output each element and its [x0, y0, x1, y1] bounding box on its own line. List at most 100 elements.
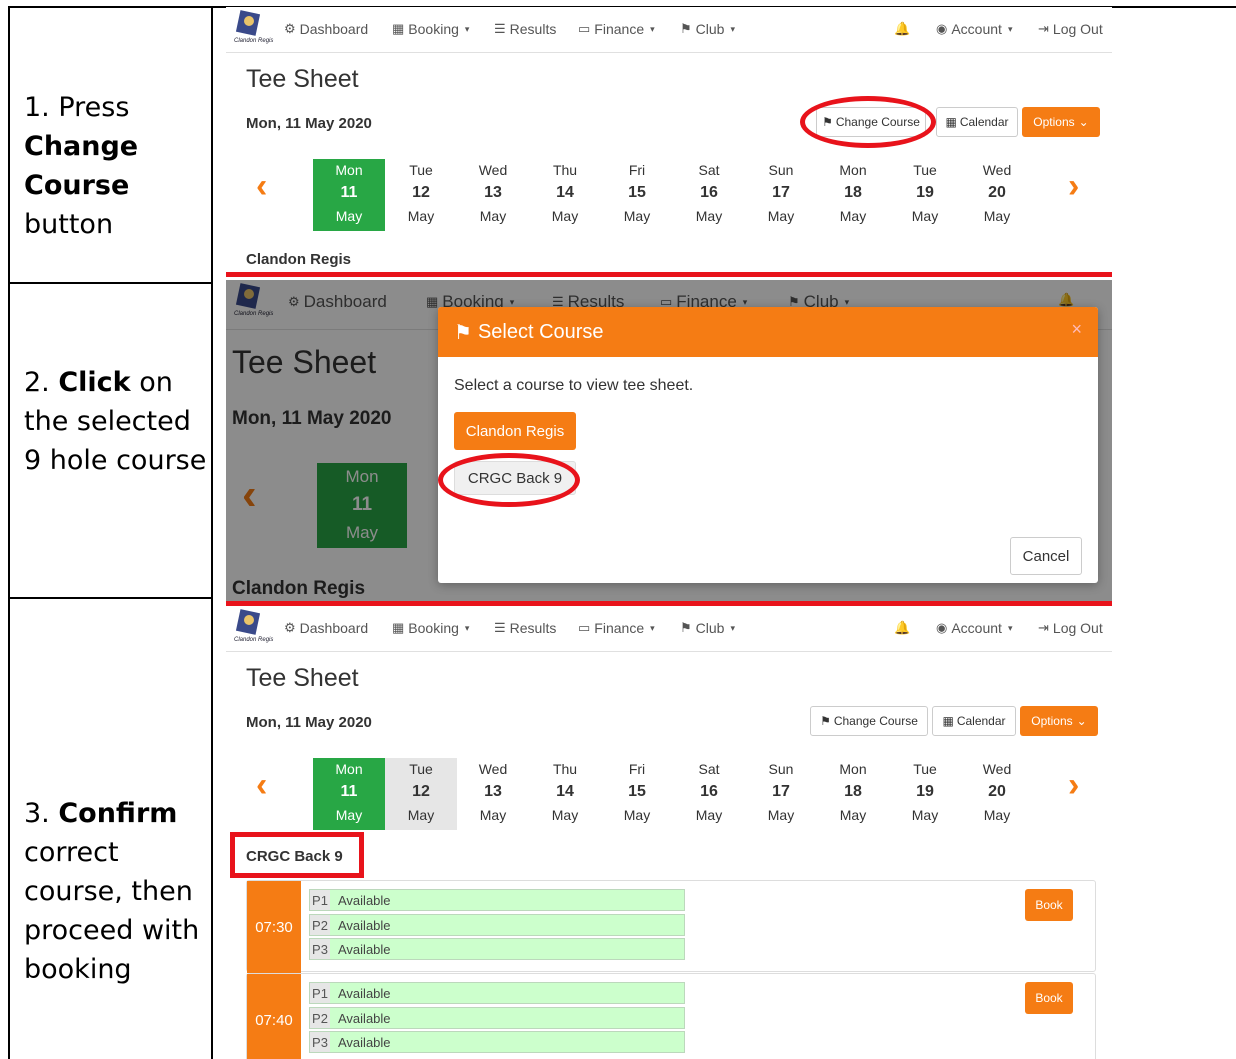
day-tue-19[interactable]: Tue 19 May [889, 159, 961, 231]
user-icon: ◉ [936, 620, 948, 635]
day-fri-15[interactable]: Fri 15 May [601, 159, 673, 231]
modal-header: ⚑ Select Course [438, 307, 1098, 357]
screenshot-step-1: Clandon Regis ⚙ Dashboard ▦ Booking ▾ ☰ Resu… [226, 7, 1112, 272]
nav-finance[interactable]: ▭ Finance ▾ [578, 620, 655, 636]
close-icon[interactable]: × [1071, 319, 1082, 340]
nav-finance[interactable]: ▭ Finance ▾ [578, 21, 655, 37]
club-logo[interactable]: Clandon Regis [234, 609, 273, 647]
screenshot-step-3: Clandon Regis ⚙ Dashboard ▦ Booking ▾ ☰ Resu… [226, 606, 1112, 1059]
nav-booking[interactable]: ▦ Booking ▾ [392, 620, 469, 636]
notifications-bell[interactable]: 🔔 [894, 620, 910, 636]
logout-icon: ⇥ [1038, 620, 1049, 635]
player-slot[interactable]: P3 Available [309, 1031, 685, 1053]
nav-dashboard[interactable]: ⚙ Dashboard [284, 21, 368, 37]
card-icon: ▭ [578, 620, 591, 635]
modal-instruction: Select a course to view tee sheet. [454, 377, 694, 394]
day-tue-12[interactable]: Tue 12 May [385, 159, 457, 231]
day-thu-14[interactable]: Thu 14 May [529, 159, 601, 231]
course-option-clandon-regis[interactable]: Clandon Regis [454, 412, 576, 450]
cancel-button[interactable]: Cancel [1010, 537, 1082, 575]
day-tue-12[interactable]: Tue 12 May [385, 758, 457, 830]
book-button[interactable]: Book [1025, 889, 1073, 921]
day-sun-17[interactable]: Sun 17 May [745, 758, 817, 830]
caret-down-icon: ▾ [730, 23, 735, 34]
day-fri-15[interactable]: Fri 15 May [601, 758, 673, 830]
flag-icon: ⚑ [680, 620, 692, 635]
nav-club[interactable]: ⚑ Club ▾ [680, 620, 735, 636]
day-wed-20[interactable]: Wed 20 May [961, 758, 1033, 830]
bell-icon: 🔔 [894, 620, 911, 635]
logout-icon: ⇥ [1038, 21, 1049, 36]
page-title: Tee Sheet [246, 65, 359, 93]
tee-slot: 07:40 P1 Available P2 Available P3 Availabl… [246, 973, 1096, 1059]
calendar-button[interactable]: ▦ Calendar [932, 706, 1016, 736]
tee-slot: 07:30 P1 Available P2 Available P3 Availabl… [246, 880, 1096, 973]
dashboard-icon: ⚙ [284, 620, 296, 635]
player-slot[interactable]: P1 Available [309, 889, 685, 911]
flag-icon: ⚑ [454, 321, 472, 344]
day-wed-13[interactable]: Wed 13 May [457, 758, 529, 830]
nav-results[interactable]: ☰ Results [494, 21, 556, 37]
nav-account[interactable]: ◉ Account ▾ [936, 620, 1012, 636]
options-button[interactable]: Options ⌄ [1020, 706, 1098, 736]
day-mon-18[interactable]: Mon 18 May [817, 159, 889, 231]
day-thu-14[interactable]: Thu 14 May [529, 758, 601, 830]
tee-time: 07:30 [247, 881, 301, 973]
calendar-icon: ▦ [942, 714, 954, 728]
nav-logout[interactable]: ⇥ Log Out [1038, 21, 1103, 37]
current-date: Mon, 11 May 2020 [246, 714, 372, 731]
day-sat-16[interactable]: Sat 16 May [673, 159, 745, 231]
player-slot[interactable]: P3 Available [309, 938, 685, 960]
caret-down-icon: ▾ [1007, 622, 1013, 633]
nav-account[interactable]: ◉ Account ▾ [936, 21, 1012, 37]
page-title: Tee Sheet [246, 664, 359, 692]
caret-down-icon: ▾ [464, 23, 470, 34]
day-wed-13[interactable]: Wed 13 May [457, 159, 529, 231]
calendar-icon: ▦ [392, 21, 405, 36]
nav-club[interactable]: ⚑ Club ▾ [680, 21, 735, 37]
day-wed-20[interactable]: Wed 20 May [961, 159, 1033, 231]
next-arrow-icon[interactable]: › [1068, 766, 1079, 805]
prev-arrow-icon[interactable]: ‹ [256, 766, 267, 805]
caret-down-icon: ▾ [730, 622, 735, 633]
dashboard-icon: ⚙ [284, 21, 296, 36]
day-sat-16[interactable]: Sat 16 May [673, 758, 745, 830]
nav-results[interactable]: ☰ Results [494, 620, 556, 636]
annotation-box-course-name [230, 832, 364, 878]
prev-arrow-icon[interactable]: ‹ [256, 167, 267, 206]
caret-down-icon: ▾ [1007, 23, 1013, 34]
nav-booking[interactable]: ▦ Booking ▾ [392, 21, 469, 37]
flag-icon: ⚑ [820, 714, 831, 728]
user-icon: ◉ [936, 21, 948, 36]
course-name: Clandon Regis [246, 251, 352, 268]
navbar: Clandon Regis ⚙ Dashboard ▦ Booking ▾ ☰ Resu… [226, 606, 1112, 652]
calendar-icon: ▦ [392, 620, 405, 635]
day-tue-19[interactable]: Tue 19 May [889, 758, 961, 830]
player-slot[interactable]: P2 Available [309, 914, 685, 936]
player-slot[interactable]: P1 Available [309, 982, 685, 1004]
next-arrow-icon[interactable]: › [1068, 167, 1079, 206]
options-button[interactable]: Options ⌄ [1022, 107, 1100, 137]
day-mon-11[interactable]: Mon 11 May [313, 758, 385, 830]
nav-dashboard[interactable]: ⚙ Dashboard [284, 620, 368, 636]
book-button[interactable]: Book [1025, 982, 1073, 1014]
change-course-button[interactable]: ⚑ Change Course [810, 706, 928, 736]
tee-time: 07:40 [247, 974, 301, 1059]
notifications-bell[interactable]: 🔔 [894, 21, 910, 37]
calendar-icon: ▦ [945, 115, 957, 129]
caret-down-icon: ▾ [464, 622, 470, 633]
list-icon: ☰ [494, 21, 506, 36]
club-logo[interactable]: Clandon Regis [234, 10, 273, 48]
calendar-button[interactable]: ▦ Calendar [936, 107, 1018, 137]
nav-logout[interactable]: ⇥ Log Out [1038, 620, 1103, 636]
day-sun-17[interactable]: Sun 17 May [745, 159, 817, 231]
step-1-instruction: 1. Press Change Course button [24, 92, 139, 240]
chevron-down-icon: ⌄ [1076, 714, 1087, 728]
bell-icon: 🔔 [894, 21, 911, 36]
annotation-ring-change-course [800, 96, 936, 148]
list-icon: ☰ [494, 620, 506, 635]
player-slot[interactable]: P2 Available [309, 1007, 685, 1029]
flag-icon: ⚑ [680, 21, 692, 36]
day-mon-18[interactable]: Mon 18 May [817, 758, 889, 830]
day-mon-11[interactable]: Mon 11 May [313, 159, 385, 231]
